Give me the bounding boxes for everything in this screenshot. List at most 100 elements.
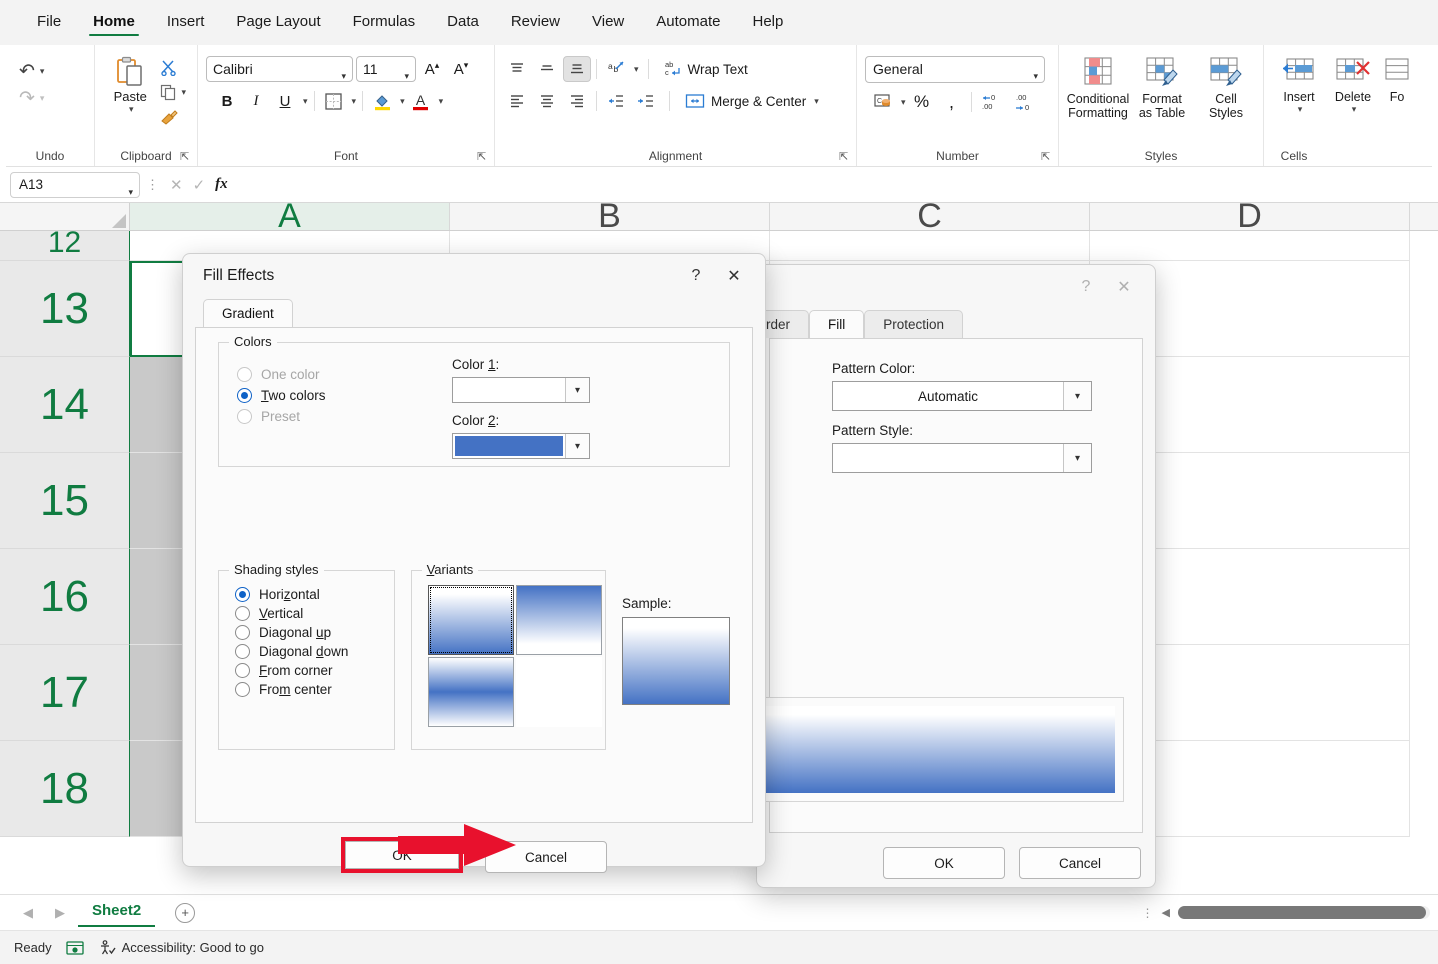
- conditional-formatting-button[interactable]: Conditional Formatting: [1067, 53, 1129, 120]
- borders-button[interactable]: [321, 88, 347, 114]
- radio-diagonal-up[interactable]: Diagonal up: [235, 625, 394, 640]
- format-cells-dialog[interactable]: ? ✕ rder Fill Protection Pattern Color: …: [756, 264, 1156, 888]
- chevron-down-icon[interactable]: ▾: [1033, 64, 1038, 89]
- format-painter-button[interactable]: [157, 107, 189, 128]
- cell-d12[interactable]: [1090, 231, 1410, 261]
- color1-picker[interactable]: ▾: [452, 377, 590, 403]
- accessibility-status[interactable]: Accessibility: Good to go: [98, 940, 264, 956]
- ribbon-tab-help[interactable]: Help: [739, 7, 796, 38]
- font-size-combo[interactable]: 11 ▾: [356, 56, 416, 82]
- decrease-font-size-button[interactable]: A▾: [448, 56, 474, 82]
- variant-tile-1[interactable]: [428, 585, 514, 655]
- scroll-left-icon[interactable]: ◀: [1162, 906, 1170, 919]
- horizontal-scrollbar-thumb[interactable]: [1178, 906, 1426, 919]
- ribbon-tab-automate[interactable]: Automate: [643, 7, 733, 38]
- align-left-button[interactable]: [503, 88, 531, 114]
- wrap-text-button[interactable]: ab c Wrap Text: [658, 57, 754, 81]
- percent-style-button[interactable]: %: [908, 89, 936, 115]
- chevron-down-icon[interactable]: ▾: [901, 97, 906, 108]
- chevron-down-icon[interactable]: ▾: [1063, 382, 1091, 410]
- row-header-16[interactable]: 16: [0, 549, 130, 645]
- add-sheet-button[interactable]: +: [175, 903, 195, 923]
- chevron-down-icon[interactable]: ▾: [341, 64, 346, 88]
- chevron-down-icon[interactable]: ▾: [565, 378, 589, 402]
- close-icon[interactable]: ✕: [1105, 272, 1143, 302]
- radio-diagonal-down[interactable]: Diagonal down: [235, 644, 394, 659]
- cut-button[interactable]: [157, 57, 189, 78]
- row-header-18[interactable]: 18: [0, 741, 130, 837]
- ribbon-tab-review[interactable]: Review: [498, 7, 573, 38]
- merge-center-button[interactable]: Merge & Center ▾: [679, 89, 825, 113]
- previous-sheet-icon[interactable]: ◀: [14, 905, 42, 921]
- chevron-down-icon[interactable]: ▾: [1063, 444, 1091, 472]
- number-format-combo[interactable]: General ▾: [865, 56, 1045, 83]
- confirm-entry-icon[interactable]: ✓: [193, 176, 206, 194]
- pattern-color-combo[interactable]: Automatic ▾: [832, 381, 1092, 411]
- format-as-table-button[interactable]: Format as Table: [1131, 53, 1193, 120]
- font-color-button[interactable]: A: [408, 88, 434, 114]
- record-macro-button[interactable]: [66, 940, 84, 956]
- underline-button[interactable]: U: [272, 88, 298, 114]
- chevron-down-icon[interactable]: ▾: [634, 64, 639, 75]
- copy-button[interactable]: ▾: [157, 82, 189, 103]
- orientation-button[interactable]: a b: [602, 56, 630, 82]
- decrease-indent-button[interactable]: [602, 88, 630, 114]
- fill-effects-ok-button[interactable]: OK: [345, 841, 459, 869]
- tab-gradient[interactable]: Gradient: [203, 299, 293, 327]
- format-cells-ok-button[interactable]: OK: [883, 847, 1005, 879]
- insert-function-icon[interactable]: fx: [215, 176, 228, 193]
- fill-color-button[interactable]: [369, 88, 395, 114]
- clipboard-dialog-launcher[interactable]: ⇱: [180, 151, 192, 163]
- paste-button[interactable]: Paste ▾: [103, 53, 157, 115]
- select-all-corner[interactable]: [0, 203, 130, 230]
- scroll-options-icon[interactable]: ⋮: [1142, 906, 1154, 920]
- sheet-tab-sheet2[interactable]: Sheet2: [78, 898, 155, 927]
- chevron-down-icon[interactable]: ▾: [40, 66, 45, 77]
- name-box[interactable]: A13 ▾: [10, 172, 140, 198]
- align-right-button[interactable]: [563, 88, 591, 114]
- color2-picker[interactable]: ▾: [452, 433, 590, 459]
- align-bottom-button[interactable]: [563, 56, 591, 82]
- help-icon[interactable]: ?: [677, 261, 715, 291]
- format-cells-button[interactable]: Fo: [1380, 53, 1414, 104]
- number-dialog-launcher[interactable]: ⇱: [1041, 151, 1053, 163]
- chevron-down-icon[interactable]: ▾: [1352, 104, 1357, 115]
- cell-c12[interactable]: [770, 231, 1090, 261]
- next-sheet-icon[interactable]: ▶: [46, 905, 74, 921]
- increase-decimal-button[interactable]: 0 .00: [977, 89, 1009, 115]
- radio-two-colors[interactable]: Two colors: [237, 388, 452, 403]
- radio-from-corner[interactable]: From corner: [235, 663, 394, 678]
- fill-effects-dialog[interactable]: Fill Effects ? ✕ Gradient Colors One col…: [182, 253, 766, 867]
- align-middle-button[interactable]: [533, 56, 561, 82]
- tab-fill[interactable]: Fill: [809, 310, 864, 338]
- variant-tile-2[interactable]: [516, 585, 602, 655]
- font-dialog-launcher[interactable]: ⇱: [477, 151, 489, 163]
- delete-cells-button[interactable]: Delete ▾: [1326, 53, 1380, 115]
- radio-horizontal[interactable]: Horizontal: [235, 587, 394, 602]
- radio-preset[interactable]: Preset: [237, 409, 452, 424]
- row-header-14[interactable]: 14: [0, 357, 130, 453]
- radio-from-center[interactable]: From center: [235, 682, 394, 697]
- chevron-down-icon[interactable]: ▾: [404, 64, 409, 88]
- ribbon-tab-home[interactable]: Home: [80, 7, 148, 38]
- column-header-d[interactable]: D: [1090, 203, 1410, 230]
- increase-font-size-button[interactable]: A▴: [419, 56, 445, 82]
- chevron-down-icon[interactable]: ▾: [352, 96, 357, 107]
- alignment-dialog-launcher[interactable]: ⇱: [839, 151, 851, 163]
- italic-button[interactable]: I: [243, 88, 269, 114]
- chevron-down-icon[interactable]: ▾: [1298, 104, 1303, 115]
- formula-bar-options-icon[interactable]: ⋮: [146, 177, 156, 193]
- cell-styles-button[interactable]: Cell Styles: [1195, 53, 1257, 120]
- chevron-down-icon[interactable]: ▾: [814, 96, 819, 107]
- ribbon-tab-formulas[interactable]: Formulas: [340, 7, 429, 38]
- radio-vertical[interactable]: Vertical: [235, 606, 394, 621]
- align-center-button[interactable]: [533, 88, 561, 114]
- align-top-button[interactable]: [503, 56, 531, 82]
- comma-style-button[interactable]: ,: [938, 89, 966, 115]
- chevron-down-icon[interactable]: ▾: [400, 96, 405, 107]
- ribbon-tab-page-layout[interactable]: Page Layout: [223, 7, 333, 38]
- column-header-b[interactable]: B: [450, 203, 770, 230]
- radio-one-color[interactable]: One color: [237, 367, 452, 382]
- row-header-17[interactable]: 17: [0, 645, 130, 741]
- tab-protection[interactable]: Protection: [864, 310, 963, 338]
